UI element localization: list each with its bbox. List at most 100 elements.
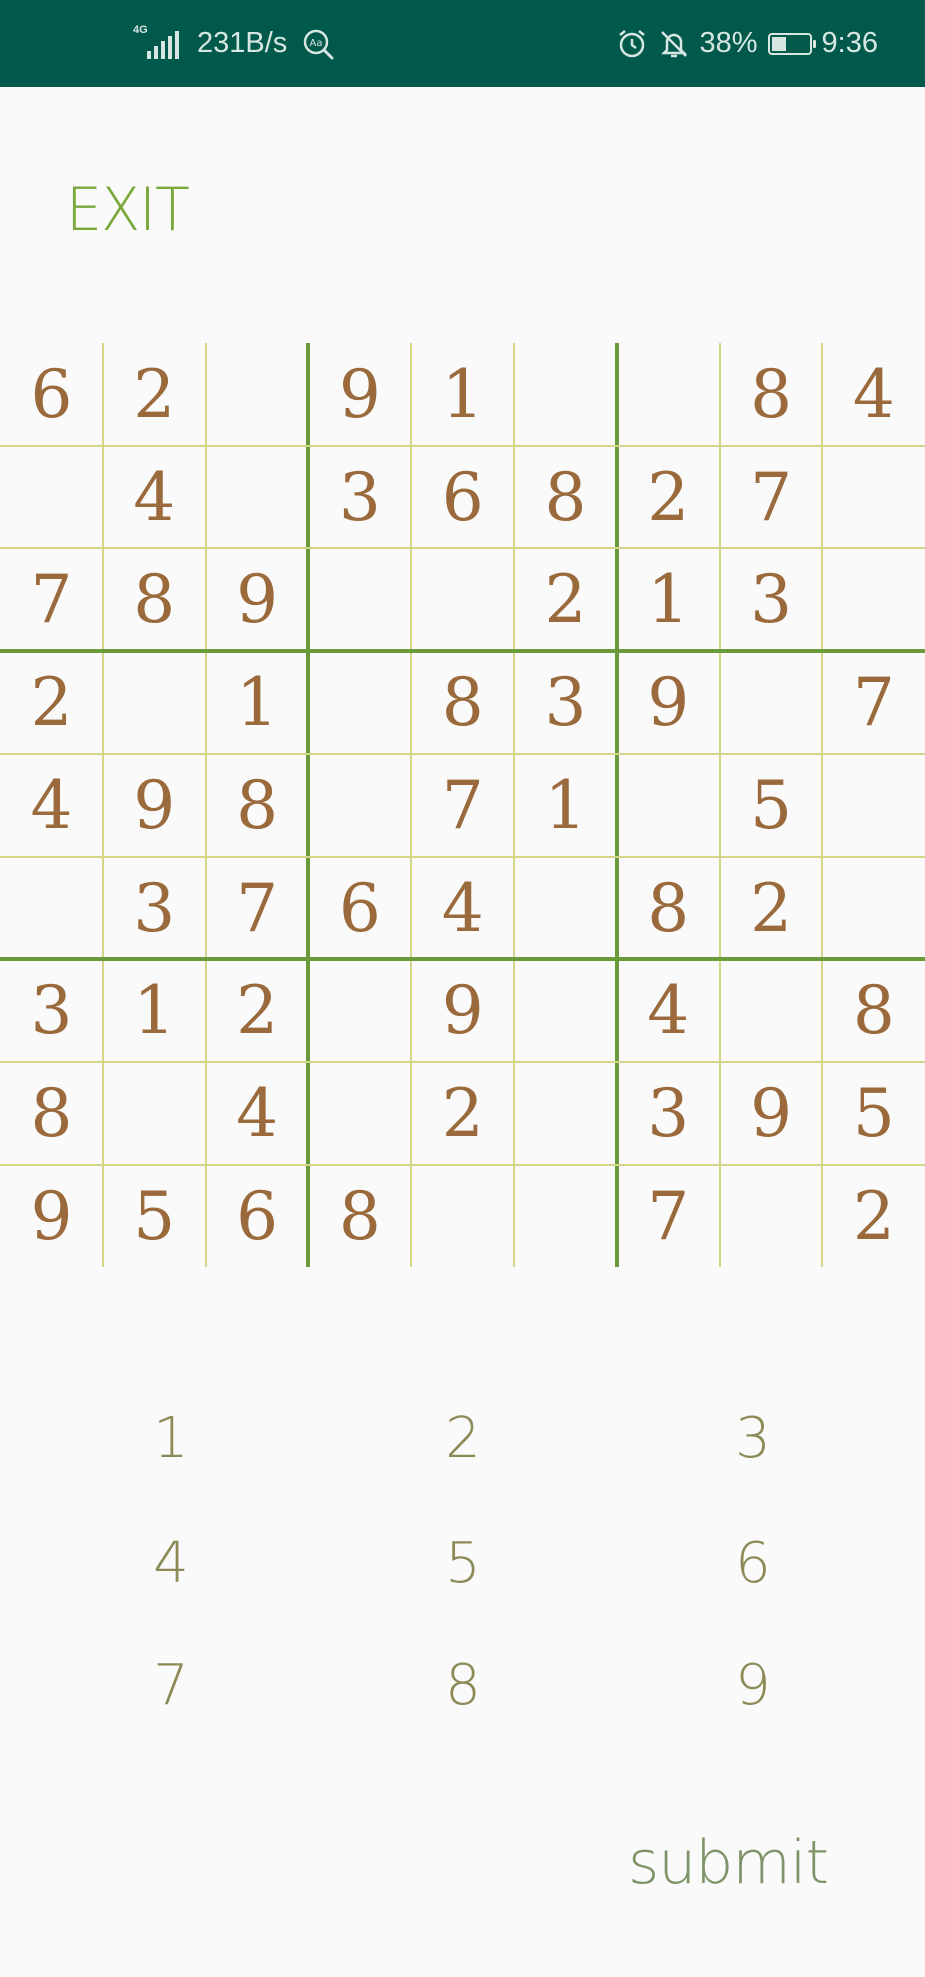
sudoku-cell-r4-c9[interactable]: 7: [822, 651, 925, 754]
keypad-key-1[interactable]: 1: [111, 1393, 231, 1483]
sudoku-cell-r7-c6[interactable]: [514, 959, 617, 1062]
sudoku-cell-r1-c7[interactable]: [617, 343, 720, 446]
sudoku-cell-r7-c1[interactable]: 3: [0, 959, 103, 1062]
sudoku-cell-r7-c3[interactable]: 2: [206, 959, 309, 1062]
sudoku-cell-r8-c1[interactable]: 8: [0, 1062, 103, 1165]
keypad-key-3[interactable]: 3: [693, 1393, 813, 1483]
sudoku-cell-r3-c6[interactable]: 2: [514, 548, 617, 651]
sudoku-cell-r3-c9[interactable]: [822, 548, 925, 651]
sudoku-cell-r4-c5[interactable]: 8: [411, 651, 514, 754]
alarm-icon: [618, 29, 645, 57]
keypad-key-2[interactable]: 2: [403, 1393, 523, 1483]
sudoku-cell-r7-c5[interactable]: 9: [411, 959, 514, 1062]
sudoku-cell-r4-c2[interactable]: [103, 651, 206, 754]
sudoku-cell-r2-c4[interactable]: 3: [308, 446, 411, 549]
sudoku-cell-r4-c3[interactable]: 1: [206, 651, 309, 754]
sudoku-cell-r1-c4[interactable]: 9: [308, 343, 411, 446]
sudoku-cell-r6-c7[interactable]: 8: [617, 857, 720, 960]
sudoku-cell-r1-c1[interactable]: 6: [0, 343, 103, 446]
keypad-key-5[interactable]: 5: [403, 1518, 523, 1608]
sudoku-cell-r9-c1[interactable]: 9: [0, 1165, 103, 1268]
sudoku-cell-r6-c5[interactable]: 4: [411, 857, 514, 960]
sudoku-cell-r1-c9[interactable]: 4: [822, 343, 925, 446]
sudoku-cell-r5-c3[interactable]: 8: [206, 754, 309, 857]
exit-button[interactable]: EXIT: [66, 175, 190, 245]
sudoku-cell-r8-c9[interactable]: 5: [822, 1062, 925, 1165]
sudoku-cell-r5-c6[interactable]: 1: [514, 754, 617, 857]
sudoku-cell-r8-c3[interactable]: 4: [206, 1062, 309, 1165]
sudoku-cell-r5-c1[interactable]: 4: [0, 754, 103, 857]
cell-divider-horizontal: [0, 752, 925, 755]
sudoku-cell-r6-c4[interactable]: 6: [308, 857, 411, 960]
sudoku-cell-r4-c4[interactable]: [308, 651, 411, 754]
sudoku-cell-r3-c7[interactable]: 1: [617, 548, 720, 651]
keypad-key-6[interactable]: 6: [693, 1518, 813, 1608]
status-bar: 4G 231B/s Aa 38% 9:36: [0, 0, 925, 87]
sudoku-cell-r9-c7[interactable]: 7: [617, 1165, 720, 1268]
sudoku-cell-r8-c7[interactable]: 3: [617, 1062, 720, 1165]
sudoku-cell-r5-c5[interactable]: 7: [411, 754, 514, 857]
sudoku-cell-r7-c7[interactable]: 4: [617, 959, 720, 1062]
sudoku-cell-r3-c4[interactable]: [308, 548, 411, 651]
sudoku-cell-r5-c9[interactable]: [822, 754, 925, 857]
svg-text:Aa: Aa: [310, 38, 323, 49]
sudoku-cell-r8-c8[interactable]: 9: [720, 1062, 823, 1165]
sudoku-cell-r2-c9[interactable]: [822, 446, 925, 549]
sudoku-cell-r6-c8[interactable]: 2: [720, 857, 823, 960]
sudoku-cell-r1-c2[interactable]: 2: [103, 343, 206, 446]
sudoku-cell-r2-c6[interactable]: 8: [514, 446, 617, 549]
keypad-key-9[interactable]: 9: [693, 1640, 813, 1730]
sudoku-cell-r9-c6[interactable]: [514, 1165, 617, 1268]
sudoku-cell-r3-c2[interactable]: 8: [103, 548, 206, 651]
sudoku-cell-r7-c2[interactable]: 1: [103, 959, 206, 1062]
sudoku-cell-r1-c5[interactable]: 1: [411, 343, 514, 446]
sudoku-cell-r2-c8[interactable]: 7: [720, 446, 823, 549]
sudoku-cell-r6-c1[interactable]: [0, 857, 103, 960]
sudoku-cell-r1-c8[interactable]: 8: [720, 343, 823, 446]
sudoku-cell-r9-c4[interactable]: 8: [308, 1165, 411, 1268]
sudoku-cell-r5-c4[interactable]: [308, 754, 411, 857]
sudoku-cell-r7-c8[interactable]: [720, 959, 823, 1062]
box-divider-vertical: [614, 343, 619, 1267]
battery-fill: [771, 36, 786, 51]
sudoku-cell-r1-c3[interactable]: [206, 343, 309, 446]
sudoku-cell-r1-c6[interactable]: [514, 343, 617, 446]
sudoku-cell-r9-c5[interactable]: [411, 1165, 514, 1268]
sudoku-cell-r8-c6[interactable]: [514, 1062, 617, 1165]
sudoku-cell-r2-c7[interactable]: 2: [617, 446, 720, 549]
sudoku-cell-r8-c4[interactable]: [308, 1062, 411, 1165]
sudoku-cell-r7-c9[interactable]: 8: [822, 959, 925, 1062]
sudoku-cell-r9-c3[interactable]: 6: [206, 1165, 309, 1268]
sudoku-cell-r4-c7[interactable]: 9: [617, 651, 720, 754]
sudoku-cell-r2-c2[interactable]: 4: [103, 446, 206, 549]
sudoku-cell-r4-c8[interactable]: [720, 651, 823, 754]
sudoku-cell-r9-c9[interactable]: 2: [822, 1165, 925, 1268]
keypad-key-8[interactable]: 8: [403, 1640, 523, 1730]
keypad-key-7[interactable]: 7: [111, 1640, 231, 1730]
sudoku-cell-r4-c6[interactable]: 3: [514, 651, 617, 754]
sudoku-cell-r5-c7[interactable]: [617, 754, 720, 857]
signal-icon: 4G: [133, 24, 183, 61]
sudoku-cell-r6-c3[interactable]: 7: [206, 857, 309, 960]
submit-button[interactable]: submit: [628, 1828, 829, 1898]
sudoku-cell-r2-c1[interactable]: [0, 446, 103, 549]
sudoku-cell-r3-c8[interactable]: 3: [720, 548, 823, 651]
sudoku-cell-r8-c2[interactable]: [103, 1062, 206, 1165]
sudoku-cell-r2-c5[interactable]: 6: [411, 446, 514, 549]
sudoku-cell-r4-c1[interactable]: 2: [0, 651, 103, 754]
sudoku-cell-r3-c3[interactable]: 9: [206, 548, 309, 651]
sudoku-cell-r3-c1[interactable]: 7: [0, 548, 103, 651]
sudoku-cell-r5-c8[interactable]: 5: [720, 754, 823, 857]
sudoku-cell-r5-c2[interactable]: 9: [103, 754, 206, 857]
sudoku-cell-r6-c2[interactable]: 3: [103, 857, 206, 960]
sudoku-cell-r9-c8[interactable]: [720, 1165, 823, 1268]
sudoku-cell-r2-c3[interactable]: [206, 446, 309, 549]
sudoku-cell-r3-c5[interactable]: [411, 548, 514, 651]
sudoku-cell-r8-c5[interactable]: 2: [411, 1062, 514, 1165]
keypad-key-4[interactable]: 4: [111, 1518, 231, 1608]
sudoku-cell-r9-c2[interactable]: 5: [103, 1165, 206, 1268]
status-bar-left: 4G 231B/s Aa: [133, 0, 335, 87]
sudoku-cell-r6-c9[interactable]: [822, 857, 925, 960]
sudoku-cell-r7-c4[interactable]: [308, 959, 411, 1062]
sudoku-cell-r6-c6[interactable]: [514, 857, 617, 960]
